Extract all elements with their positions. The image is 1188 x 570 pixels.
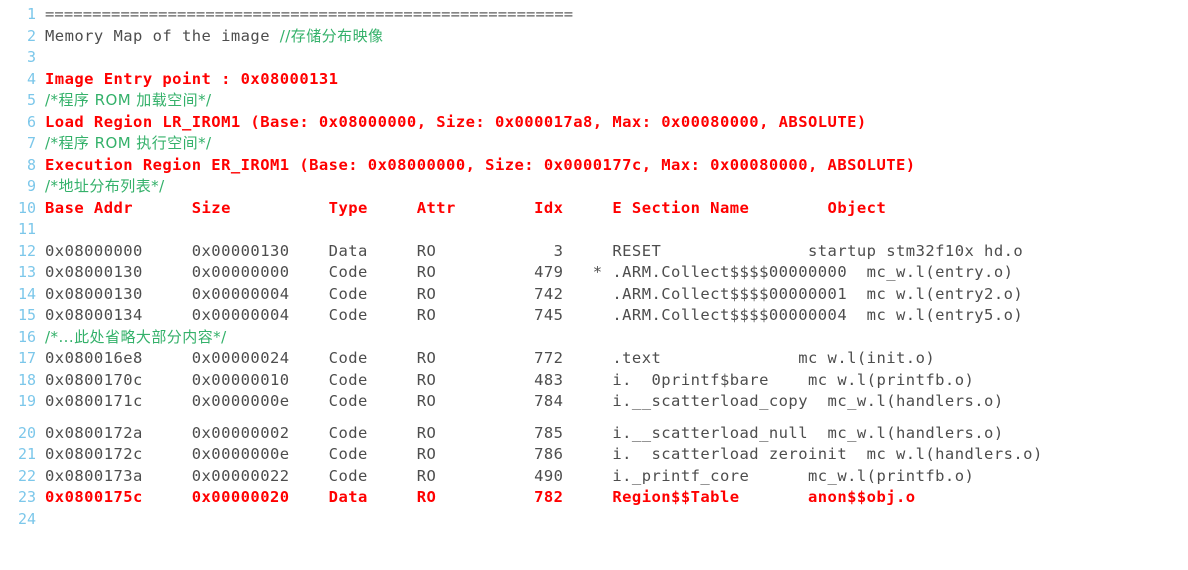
line-number: 2 [26, 26, 36, 45]
code-token: 0x0800175c 0x00000020 Data RO 782 Region… [45, 488, 916, 506]
code-token: /*程序 ROM 加载空间*/ [45, 91, 212, 109]
code-token: Memory Map of the image [45, 26, 280, 45]
line-content: 0x0800170c 0x00000010 Code RO 483 i. 0pr… [45, 370, 1188, 392]
line-number: 21 [17, 445, 36, 463]
code-token: 0x0800171c 0x0000000e Code RO 784 i.__sc… [45, 392, 1004, 410]
line-content: Memory Map of the image //存储分布映像 [45, 26, 1188, 48]
code-line: 13 0x08000130 0x00000000 Code RO 479 * .A… [0, 262, 1188, 284]
line-content: 0x080016e8 0x00000024 Code RO 772 .text … [45, 348, 1188, 370]
line-content: Base Addr Size Type Attr Idx E Section N… [45, 198, 1188, 220]
line-content: Load Region LR_IROM1 (Base: 0x08000000, … [45, 112, 1188, 134]
code-line: 6 Load Region LR_IROM1 (Base: 0x08000000,… [0, 112, 1188, 134]
code-line: 16 /*...此处省略大部分内容*/ [0, 327, 1188, 349]
line-content: 0x0800172a 0x00000002 Code RO 785 i.__sc… [45, 423, 1188, 445]
code-line: 11 [0, 219, 1188, 241]
code-token: /*...此处省略大部分内容*/ [45, 327, 227, 346]
code-line: 14 0x08000130 0x00000004 Code RO 742 .ARM… [0, 284, 1188, 306]
code-token: //存储分布映像 [279, 26, 384, 45]
code-line: 12 0x08000000 0x00000130 Data RO 3 RESET … [0, 241, 1188, 263]
line-number: 19 [17, 392, 36, 410]
code-token: 0x0800173a 0x00000022 Code RO 490 i._pri… [45, 466, 975, 485]
code-token: /*地址分布列表*/ [45, 177, 165, 195]
line-content: 0x0800173a 0x00000022 Code RO 490 i._pri… [45, 466, 1188, 488]
code-token: ========================================… [45, 5, 574, 23]
code-line: 5 /*程序 ROM 加载空间*/ [0, 90, 1188, 112]
line-content: /*程序 ROM 执行空间*/ [45, 133, 1188, 155]
line-number: 16 [17, 327, 36, 346]
code-line: 9 /*地址分布列表*/ [0, 176, 1188, 198]
line-content: 0x08000134 0x00000004 Code RO 745 .ARM.C… [45, 305, 1188, 327]
code-line: 4 Image Entry point : 0x08000131 [0, 69, 1188, 91]
line-content: 0x08000000 0x00000130 Data RO 3 RESET st… [45, 241, 1188, 263]
line-number: 20 [17, 423, 36, 442]
code-line: 20 0x0800172a 0x00000002 Code RO 785 i.__… [0, 423, 1188, 445]
line-number: 4 [26, 69, 36, 88]
line-content: /*程序 ROM 加载空间*/ [45, 90, 1188, 112]
line-content: Execution Region ER_IROM1 (Base: 0x08000… [45, 155, 1188, 177]
line-number: 12 [17, 241, 36, 260]
line-number: 11 [17, 220, 36, 238]
line-content: ========================================… [45, 4, 1188, 26]
code-token: 0x0800172a 0x00000002 Code RO 785 i.__sc… [45, 423, 1004, 442]
code-token: 0x080016e8 0x00000024 Code RO 772 .text … [45, 349, 936, 367]
line-number: 8 [26, 155, 36, 174]
code-token: 0x08000130 0x00000004 Code RO 742 .ARM.C… [45, 284, 1024, 303]
code-line: 7 /*程序 ROM 执行空间*/ [0, 133, 1188, 155]
line-number: 15 [17, 306, 36, 324]
code-token: 0x0800170c 0x00000010 Code RO 483 i. 0pr… [45, 370, 975, 389]
code-token: Image Entry point : 0x08000131 [45, 69, 339, 88]
line-content: 0x08000130 0x00000000 Code RO 479 * .ARM… [45, 262, 1188, 284]
line-number: 3 [26, 48, 36, 66]
line-number: 17 [17, 349, 36, 367]
code-line: 8 Execution Region ER_IROM1 (Base: 0x0800… [0, 155, 1188, 177]
line-number: 23 [17, 488, 36, 506]
code-line: 18 0x0800170c 0x00000010 Code RO 483 i. 0… [0, 370, 1188, 392]
code-line: 2 Memory Map of the image //存储分布映像 [0, 26, 1188, 48]
code-token: Execution Region ER_IROM1 (Base: 0x08000… [45, 155, 916, 174]
code-token: 0x08000130 0x00000000 Code RO 479 * .ARM… [45, 263, 1014, 281]
line-number: 22 [17, 466, 36, 485]
line-number: 10 [17, 198, 36, 217]
code-token: 0x0800172c 0x0000000e Code RO 786 i. sca… [45, 445, 1043, 463]
line-number: 9 [26, 177, 36, 195]
code-line: 1 =======================================… [0, 4, 1188, 26]
code-token: Load Region LR_IROM1 (Base: 0x08000000, … [45, 112, 867, 131]
line-number: 18 [17, 370, 36, 389]
code-token: 0x08000000 0x00000130 Data RO 3 RESET st… [45, 241, 1024, 260]
code-line: 10 Base Addr Size Type Attr Idx E Section… [0, 198, 1188, 220]
line-number: 6 [26, 112, 36, 131]
code-token: Base Addr Size Type Attr Idx E Section N… [45, 198, 887, 217]
line-number: 1 [26, 5, 36, 23]
code-line: 15 0x08000134 0x00000004 Code RO 745 .ARM… [0, 305, 1188, 327]
code-line: 17 0x080016e8 0x00000024 Code RO 772 .tex… [0, 348, 1188, 370]
line-content: 0x08000130 0x00000004 Code RO 742 .ARM.C… [45, 284, 1188, 306]
code-listing: 1 =======================================… [0, 0, 1188, 530]
line-number: 7 [26, 134, 36, 152]
code-line: 23 0x0800175c 0x00000020 Data RO 782 Regi… [0, 487, 1188, 509]
code-token: 0x08000134 0x00000004 Code RO 745 .ARM.C… [45, 306, 1024, 324]
line-number: 14 [17, 284, 36, 303]
line-content: /*地址分布列表*/ [45, 176, 1188, 198]
code-token: /*程序 ROM 执行空间*/ [45, 134, 212, 152]
line-number: 13 [17, 263, 36, 281]
line-content: Image Entry point : 0x08000131 [45, 69, 1188, 91]
line-content: 0x0800172c 0x0000000e Code RO 786 i. sca… [45, 444, 1188, 466]
code-line: 24 [0, 509, 1188, 531]
code-line: 3 [0, 47, 1188, 69]
line-content: 0x0800171c 0x0000000e Code RO 784 i.__sc… [45, 391, 1188, 413]
code-line: 21 0x0800172c 0x0000000e Code RO 786 i. s… [0, 444, 1188, 466]
code-line: 22 0x0800173a 0x00000022 Code RO 490 i._p… [0, 466, 1188, 488]
code-line: 19 0x0800171c 0x0000000e Code RO 784 i.__… [0, 391, 1188, 413]
line-content: 0x0800175c 0x00000020 Data RO 782 Region… [45, 487, 1188, 509]
line-number: 24 [17, 509, 36, 528]
line-content: /*...此处省略大部分内容*/ [45, 327, 1188, 349]
line-number: 5 [26, 91, 36, 109]
